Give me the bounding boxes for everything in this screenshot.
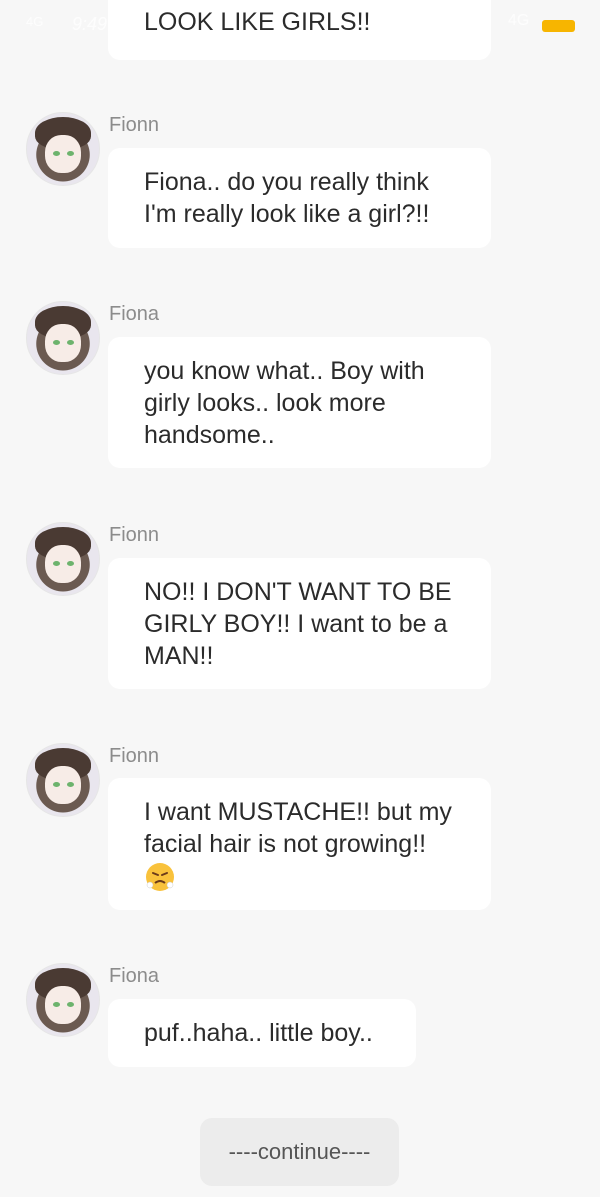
battery-icon [542, 20, 575, 32]
network-indicator: 4G [26, 14, 44, 29]
sender-name: Fiona [109, 965, 160, 987]
avatar-fiona[interactable] [26, 301, 100, 375]
avatar-face [45, 766, 81, 804]
clock: 9:49 [72, 14, 108, 34]
lte-indicator: 4G [508, 12, 530, 29]
message-text: puf..haha.. little boy.. [144, 1019, 373, 1047]
sender-name: Fionn [109, 114, 160, 136]
avatar-face [45, 135, 81, 173]
avatar-eye [67, 340, 74, 345]
message-bubble: puf..haha.. little boy.. [108, 999, 416, 1067]
continue-button[interactable]: ----continue---- [200, 1118, 399, 1186]
sender-name: Fionn [109, 745, 160, 767]
avatar-fionn[interactable] [26, 743, 100, 817]
message-bubble: I want MUSTACHE!! but my facial hair is … [108, 778, 491, 910]
avatar-eye [53, 1002, 60, 1007]
message-text: NO!! I DON'T WANT TO BE GIRLY BOY!! I wa… [144, 578, 452, 670]
avatar-eye [53, 782, 60, 787]
message-bubble: you know what.. Boy with girly looks.. l… [108, 337, 491, 468]
avatar-face [45, 545, 81, 583]
message-bubble: Fiona.. do you really think I'm really l… [108, 148, 491, 248]
avatar-face [45, 324, 81, 362]
sender-name: Fiona [109, 303, 160, 325]
status-bar: 4G 9:49 4G [0, 0, 600, 52]
avatar-eye [67, 782, 74, 787]
angry-steam-face-icon [144, 861, 176, 893]
avatar-eye [67, 561, 74, 566]
message-text: I want MUSTACHE!! but my facial hair is … [144, 798, 452, 858]
message-bubble: NO!! I DON'T WANT TO BE GIRLY BOY!! I wa… [108, 558, 491, 689]
avatar-eye [67, 151, 74, 156]
message-text: you know what.. Boy with girly looks.. l… [144, 357, 425, 449]
sender-name: Fionn [109, 524, 160, 546]
avatar-eye [53, 340, 60, 345]
avatar-eye [67, 1002, 74, 1007]
avatar-eye [53, 151, 60, 156]
avatar-fionn[interactable] [26, 522, 100, 596]
avatar-eye [53, 561, 60, 566]
avatar-fiona[interactable] [26, 963, 100, 1037]
avatar-fionn[interactable] [26, 112, 100, 186]
avatar-face [45, 986, 81, 1024]
continue-label: ----continue---- [228, 1139, 371, 1164]
message-text: Fiona.. do you really think I'm really l… [144, 168, 430, 228]
